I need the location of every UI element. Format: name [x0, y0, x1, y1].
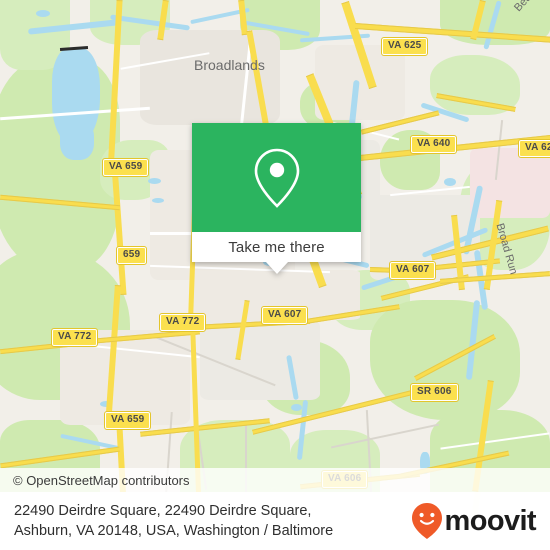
callout-label: Take me there — [228, 238, 325, 256]
road-shield-va-772-mid: VA 772 — [158, 313, 207, 332]
pond — [36, 10, 50, 17]
road-shield-659: 659 — [115, 246, 148, 265]
address-text: 22490 Deirdre Square, 22490 Deirdre Squa… — [14, 501, 333, 541]
road-shield-va-772-west: VA 772 — [50, 328, 99, 347]
pond — [291, 404, 302, 411]
road-shield-va-659-south: VA 659 — [103, 411, 152, 430]
footer-bar: 22490 Deirdre Square, 22490 Deirdre Squa… — [0, 492, 550, 550]
osm-attribution-text: © OpenStreetMap contributors — [13, 472, 190, 488]
pond — [152, 198, 164, 203]
moovit-logo[interactable]: moovit — [411, 502, 537, 540]
residential-area — [200, 320, 320, 400]
road-shield-va-62: VA 62 — [518, 139, 550, 158]
place-label-broadlands: Broadlands — [194, 57, 265, 73]
road-shield-va-625: VA 625 — [380, 37, 429, 56]
callout-icon-area — [192, 123, 361, 232]
map-pin-icon — [254, 148, 299, 208]
lake — [60, 120, 94, 160]
callout-tail — [265, 262, 288, 274]
road-shield-va-607-east: VA 607 — [388, 261, 437, 280]
moovit-pin-smile-icon — [411, 503, 442, 539]
address-line-1: 22490 Deirdre Square, 22490 Deirdre Squa… — [14, 503, 312, 519]
take-me-there-callout[interactable]: Take me there — [192, 123, 361, 274]
pond — [148, 178, 161, 184]
road-shield-va-640: VA 640 — [409, 135, 458, 154]
moovit-wordmark: moovit — [444, 504, 537, 537]
road-shield-va-659: VA 659 — [101, 158, 150, 177]
callout-action-area[interactable]: Take me there — [192, 232, 361, 262]
map-screenshot: Broadlands Beave Broad Run VA 625 VA 640… — [0, 0, 550, 550]
osm-attribution[interactable]: © OpenStreetMap contributors — [0, 468, 550, 492]
residential-area — [470, 148, 550, 218]
road-shield-sr-606: SR 606 — [410, 383, 459, 402]
pond — [444, 178, 456, 186]
address-line-2: Ashburn, VA 20148, USA, Washington / Bal… — [14, 523, 334, 539]
road-shield-va-607-mid: VA 607 — [260, 306, 309, 325]
